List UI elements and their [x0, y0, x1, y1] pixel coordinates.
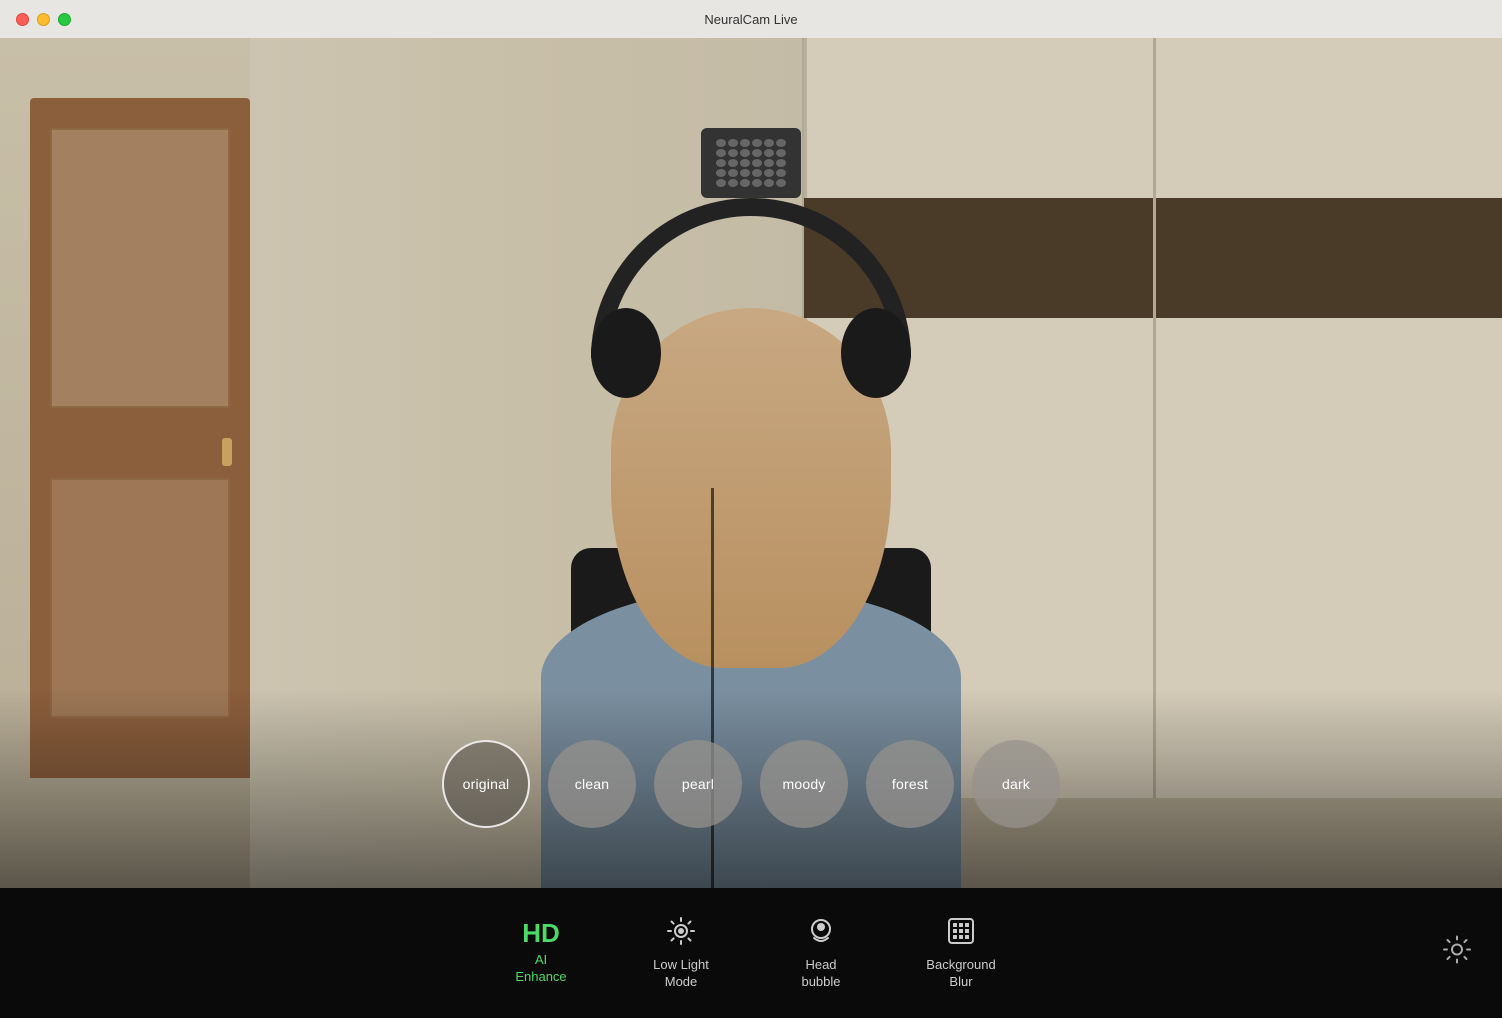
settings-button[interactable]: [1442, 935, 1472, 972]
boombox: [701, 128, 801, 198]
maximize-button[interactable]: [58, 13, 71, 26]
filter-row: original clean pearl moody forest dark: [0, 740, 1502, 828]
low-light-label: Low LightMode: [653, 957, 709, 991]
filter-forest[interactable]: forest: [866, 740, 954, 828]
hd-badge: HD: [522, 920, 560, 946]
app-title: NeuralCam Live: [704, 12, 797, 27]
titlebar: NeuralCam Live: [0, 0, 1502, 38]
ai-enhance-button[interactable]: HD AIEnhance: [471, 920, 611, 986]
close-button[interactable]: [16, 13, 29, 26]
filter-pearl[interactable]: pearl: [654, 740, 742, 828]
minimize-button[interactable]: [37, 13, 50, 26]
camera-feed: original clean pearl moody forest dark: [0, 38, 1502, 888]
headphone-right-cup: [841, 308, 911, 398]
wardrobe-divider: [1153, 38, 1156, 798]
boombox-grid: [716, 139, 786, 187]
main-content: original clean pearl moody forest dark H…: [0, 38, 1502, 1018]
door: [30, 98, 250, 778]
filter-clean[interactable]: clean: [548, 740, 636, 828]
ai-enhance-label: AIEnhance: [515, 952, 566, 986]
headphone-left-cup: [591, 308, 661, 398]
background-blur-label: BackgroundBlur: [926, 957, 995, 991]
window-controls: [16, 13, 71, 26]
toolbar: HD AIEnhance Low Li: [0, 888, 1502, 1018]
door-panel-bottom: [50, 478, 230, 718]
head-bubble-button[interactable]: Headbubble: [751, 916, 891, 991]
door-handle: [222, 438, 232, 466]
filter-original[interactable]: original: [442, 740, 530, 828]
head-bubble-label: Headbubble: [801, 957, 840, 991]
head-bubble-icon: [806, 916, 836, 951]
filter-dark[interactable]: dark: [972, 740, 1060, 828]
low-light-button[interactable]: Low LightMode: [611, 916, 751, 991]
background-blur-button[interactable]: BackgroundBlur: [891, 916, 1031, 991]
background-blur-icon: [946, 916, 976, 951]
door-panel-top: [50, 128, 230, 408]
low-light-icon: [666, 916, 696, 951]
filter-moody[interactable]: moody: [760, 740, 848, 828]
